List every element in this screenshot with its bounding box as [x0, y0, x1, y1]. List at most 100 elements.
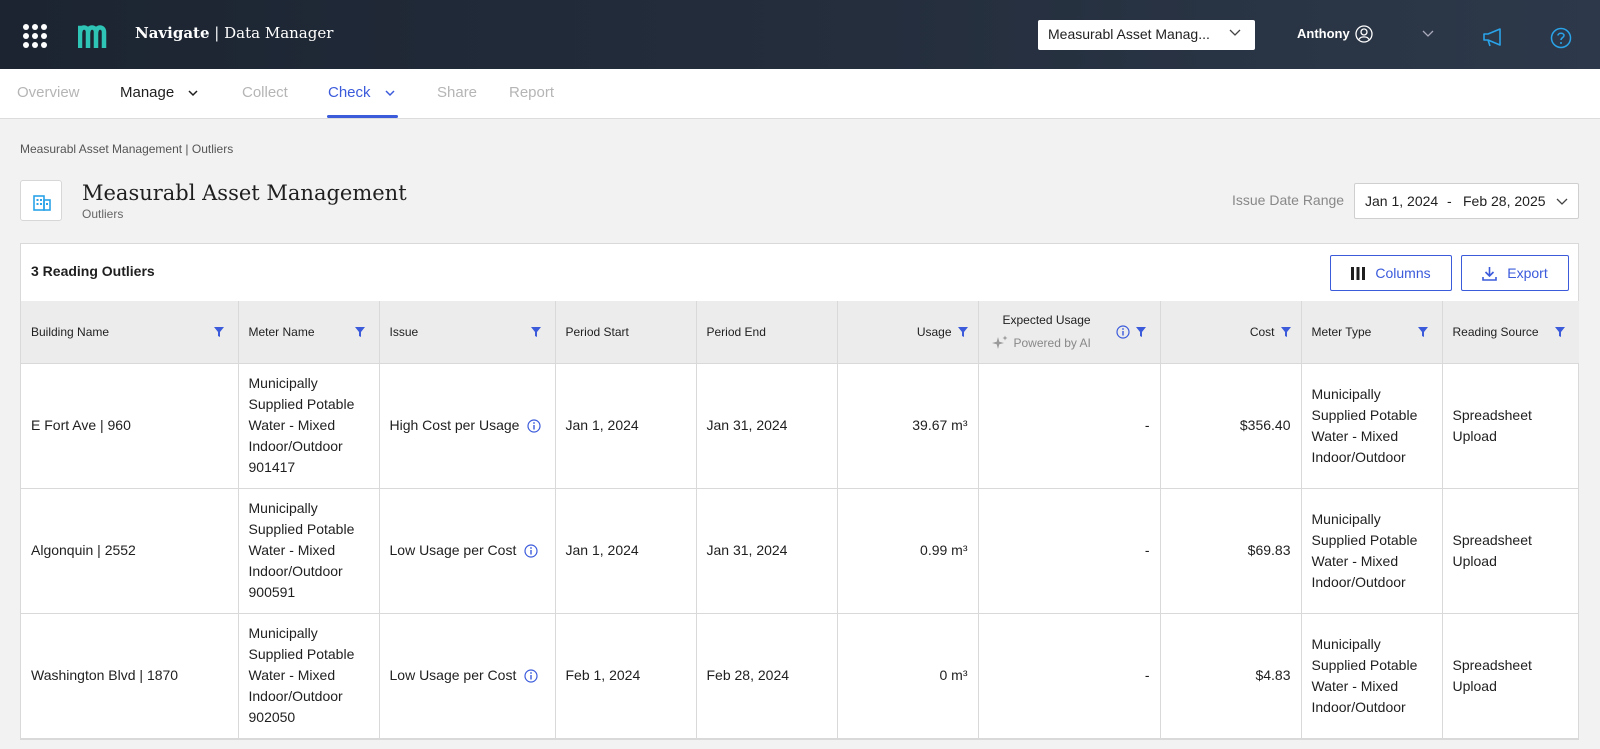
help-icon[interactable] — [1550, 27, 1572, 49]
cell-meter-type: Municipally Supplied Potable Water - Mix… — [1301, 488, 1443, 614]
export-button[interactable]: Export — [1461, 255, 1569, 291]
cell-reading-source: Spreadsheet Upload — [1442, 613, 1579, 739]
page-subtitle: Outliers — [82, 207, 124, 221]
columns-icon — [1351, 266, 1366, 280]
export-button-label: Export — [1507, 265, 1548, 281]
info-icon[interactable] — [524, 669, 538, 683]
download-icon — [1482, 266, 1498, 281]
active-tab-indicator — [327, 115, 398, 118]
cell-period-start: Jan 1, 2024 — [555, 363, 697, 489]
filter-icon[interactable] — [1135, 327, 1146, 337]
cell-cost: $356.40 — [1160, 363, 1302, 489]
info-icon[interactable] — [1115, 325, 1130, 339]
cell-building-name: Algonquin | 2552 — [21, 488, 239, 614]
cell-issue: Low Usage per Cost — [379, 488, 556, 614]
tab-manage[interactable]: Manage — [120, 84, 198, 101]
date-range-separator: - — [1447, 193, 1452, 209]
table-row[interactable]: Washington Blvd | 1870 Municipally Suppl… — [21, 613, 1579, 739]
col-building-name[interactable]: Building Name — [21, 301, 239, 364]
table-row[interactable]: Algonquin | 2552 Municipally Supplied Po… — [21, 488, 1579, 614]
outliers-table-card: 3 Reading Outliers Columns Export Buildi… — [20, 243, 1579, 740]
filter-icon[interactable] — [213, 327, 224, 337]
announcements-megaphone-icon[interactable] — [1482, 27, 1506, 47]
filter-icon[interactable] — [354, 327, 365, 337]
app-title: Navigate | Data Manager — [135, 24, 334, 42]
tab-check[interactable]: Check — [328, 84, 395, 101]
columns-button[interactable]: Columns — [1330, 255, 1452, 291]
main-navigation: Overview Manage Collect Check Share Repo… — [0, 69, 1600, 119]
tab-collect[interactable]: Collect — [242, 84, 288, 101]
sparkle-icon — [991, 335, 1007, 349]
col-period-end[interactable]: Period End — [696, 301, 838, 364]
cell-meter-name: Municipally Supplied Potable Water - Mix… — [238, 613, 380, 739]
cell-cost: $69.83 — [1160, 488, 1302, 614]
filter-icon[interactable] — [957, 327, 968, 337]
cell-expected-usage: - — [978, 363, 1161, 489]
tab-check-label: Check — [328, 84, 371, 101]
filter-icon[interactable] — [1417, 327, 1428, 337]
cell-meter-type: Municipally Supplied Potable Water - Mix… — [1301, 613, 1443, 739]
cell-cost: $4.83 — [1160, 613, 1302, 739]
col-cost[interactable]: Cost — [1160, 301, 1302, 364]
table-header-row: Building Name Meter Name Issue Period St… — [21, 301, 1579, 364]
info-icon[interactable] — [524, 544, 538, 558]
page-title: Measurabl Asset Management — [82, 181, 407, 205]
tab-overview[interactable]: Overview — [17, 84, 80, 101]
expected-usage-title: Expected Usage — [1002, 313, 1091, 327]
date-range-picker[interactable]: Jan 1, 2024 - Feb 28, 2025 — [1354, 183, 1579, 219]
user-name[interactable]: Anthony — [1297, 26, 1350, 41]
columns-button-label: Columns — [1375, 265, 1431, 281]
cell-usage: 0.99 m³ — [837, 488, 979, 614]
cell-period-end: Jan 31, 2024 — [696, 488, 838, 614]
outliers-count-title: 3 Reading Outliers — [31, 263, 155, 279]
cell-usage: 0 m³ — [837, 613, 979, 739]
tab-share[interactable]: Share — [437, 84, 477, 101]
cell-expected-usage: - — [978, 613, 1161, 739]
chevron-down-icon — [1229, 29, 1241, 36]
cell-reading-source: Spreadsheet Upload — [1442, 488, 1579, 614]
date-range-start: Jan 1, 2024 — [1365, 193, 1439, 209]
cell-usage: 39.67 m³ — [837, 363, 979, 489]
measurabl-logo[interactable] — [78, 22, 108, 48]
col-issue[interactable]: Issue — [379, 301, 556, 364]
cell-expected-usage: - — [978, 488, 1161, 614]
col-meter-type[interactable]: Meter Type — [1301, 301, 1443, 364]
chevron-down-icon — [188, 90, 198, 96]
cell-meter-type: Municipally Supplied Potable Water - Mix… — [1301, 363, 1443, 489]
user-menu-chevron-icon[interactable] — [1422, 30, 1434, 38]
tab-report[interactable]: Report — [509, 84, 554, 101]
filter-icon[interactable] — [1280, 327, 1291, 337]
tab-manage-label: Manage — [120, 84, 175, 101]
app-launcher-icon[interactable] — [23, 24, 47, 48]
chevron-down-icon — [1556, 198, 1568, 205]
cell-meter-name: Municipally Supplied Potable Water - Mix… — [238, 363, 380, 489]
filter-icon[interactable] — [1555, 327, 1565, 337]
col-usage[interactable]: Usage — [837, 301, 979, 364]
col-period-start[interactable]: Period Start — [555, 301, 697, 364]
cell-period-end: Feb 28, 2024 — [696, 613, 838, 739]
organization-select[interactable]: Measurabl Asset Manag... — [1038, 20, 1255, 50]
date-range-end: Feb 28, 2025 — [1463, 193, 1546, 209]
cell-reading-source: Spreadsheet Upload — [1442, 363, 1579, 489]
breadcrumb: Measurabl Asset Management | Outliers — [20, 142, 234, 156]
building-icon-box — [20, 180, 62, 221]
outliers-table: Building Name Meter Name Issue Period St… — [21, 301, 1579, 739]
organization-select-value: Measurabl Asset Manag... — [1048, 26, 1210, 42]
col-expected-usage[interactable]: Expected Usage Powered by AI — [978, 301, 1161, 364]
cell-issue: Low Usage per Cost — [379, 613, 556, 739]
date-range-label: Issue Date Range — [1232, 192, 1345, 208]
filter-icon[interactable] — [530, 327, 541, 337]
chevron-down-icon — [385, 90, 395, 96]
top-bar: Navigate | Data Manager Measurabl Asset … — [0, 0, 1600, 69]
cell-period-end: Jan 31, 2024 — [696, 363, 838, 489]
cell-building-name: Washington Blvd | 1870 — [21, 613, 239, 739]
user-account-icon[interactable] — [1355, 25, 1373, 43]
table-row[interactable]: E Fort Ave | 960 Municipally Supplied Po… — [21, 363, 1579, 489]
building-icon — [33, 195, 51, 211]
powered-by-ai: Powered by AI — [991, 335, 1091, 351]
col-reading-source[interactable]: Reading Source — [1442, 301, 1579, 364]
col-meter-name[interactable]: Meter Name — [238, 301, 380, 364]
cell-period-start: Jan 1, 2024 — [555, 488, 697, 614]
cell-meter-name: Municipally Supplied Potable Water - Mix… — [238, 488, 380, 614]
info-icon[interactable] — [527, 419, 541, 433]
